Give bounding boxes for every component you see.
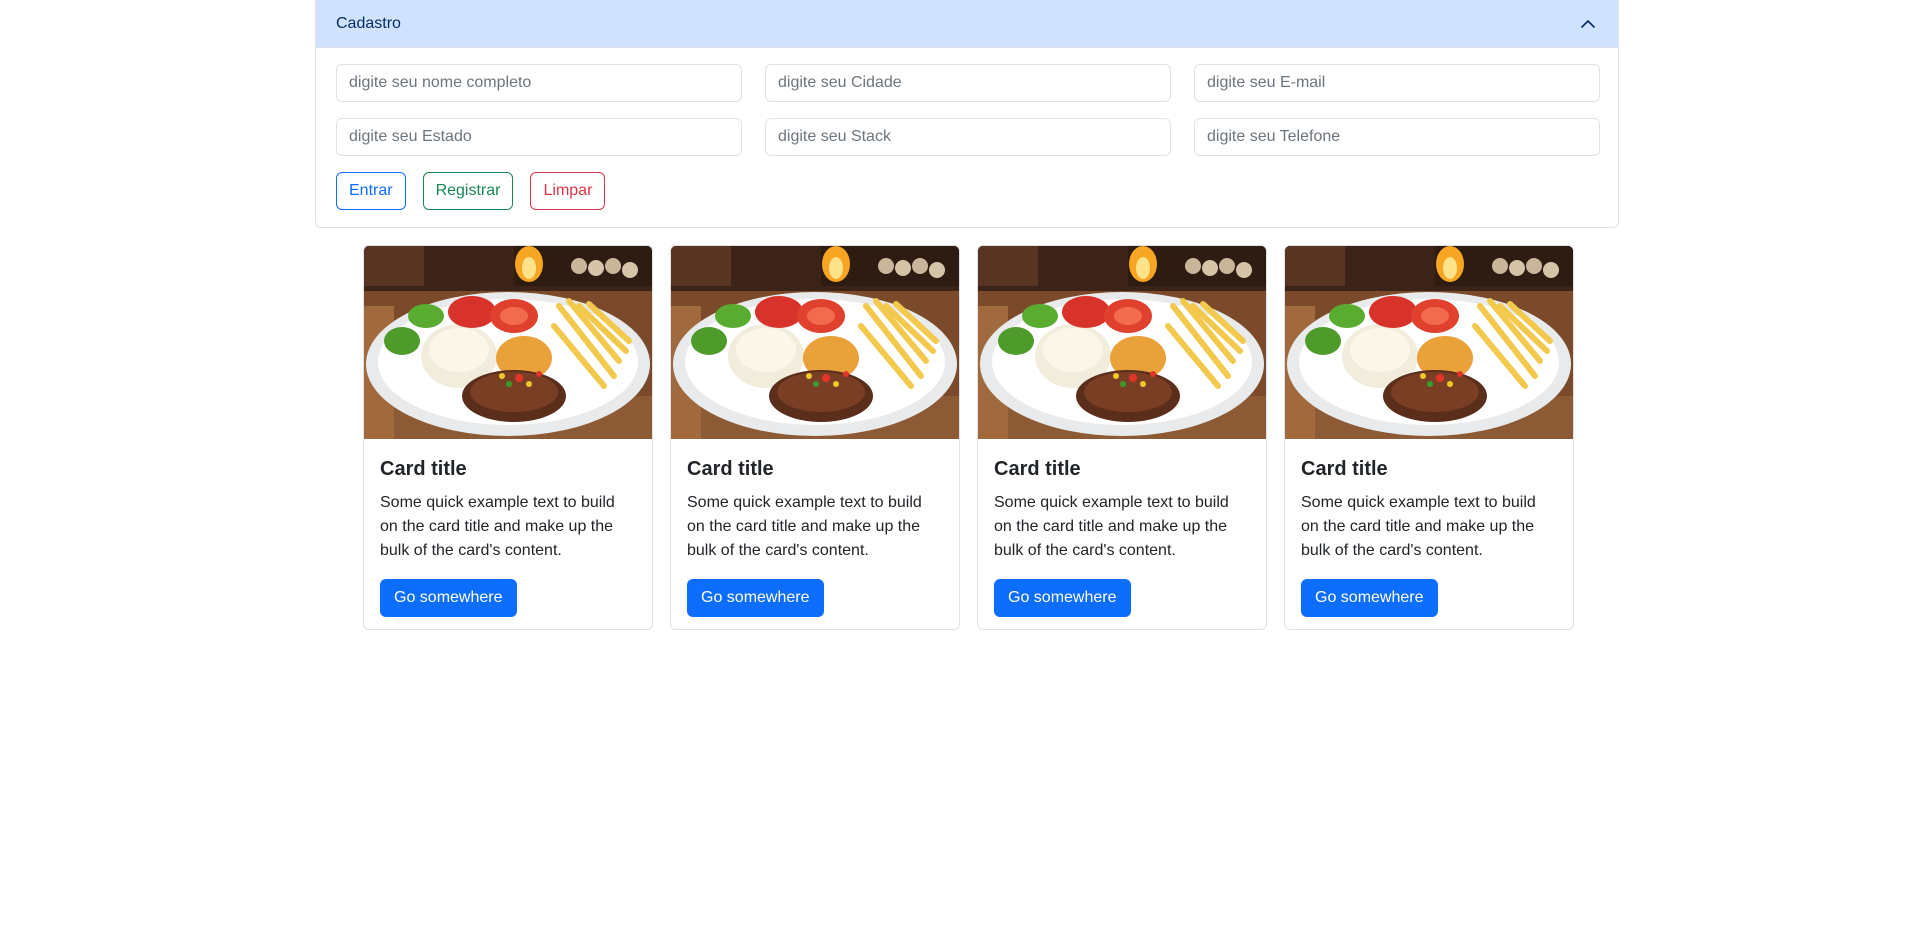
food-plate-image xyxy=(1285,246,1573,439)
card-title: Card title xyxy=(994,458,1081,480)
stack-field[interactable] xyxy=(765,118,1171,156)
registrar-button[interactable]: Registrar xyxy=(422,172,514,210)
chevron-up-icon[interactable] xyxy=(1578,14,1598,34)
card-title: Card title xyxy=(1301,458,1388,480)
cidade-field[interactable] xyxy=(765,64,1171,102)
accordion-body: Entrar Registrar Limpar xyxy=(316,48,1618,227)
estado-field[interactable] xyxy=(336,118,742,156)
food-plate-image xyxy=(364,246,652,439)
limpar-button[interactable]: Limpar xyxy=(530,172,606,210)
food-plate-image xyxy=(671,246,959,439)
entrar-button[interactable]: Entrar xyxy=(336,172,406,210)
card-grid: Card title Some quick example text to bu… xyxy=(363,245,1574,630)
card-text: Some quick example text to build on the … xyxy=(1301,494,1536,559)
card-body: Card title Some quick example text to bu… xyxy=(364,439,652,617)
form-actions: Entrar Registrar Limpar xyxy=(336,172,606,210)
go-somewhere-button[interactable]: Go somewhere xyxy=(1301,579,1438,617)
card-text: Some quick example text to build on the … xyxy=(380,494,615,559)
card-body: Card title Some quick example text to bu… xyxy=(671,439,959,617)
cadastro-accordion: Cadastro Entrar Registrar Limpar xyxy=(315,0,1619,228)
card-text: Some quick example text to build on the … xyxy=(994,494,1229,559)
card-body: Card title Some quick example text to bu… xyxy=(978,439,1266,617)
telefone-field[interactable] xyxy=(1194,118,1600,156)
accordion-title: Cadastro xyxy=(336,14,401,32)
card-body: Card title Some quick example text to bu… xyxy=(1285,439,1573,617)
food-plate-image xyxy=(978,246,1266,439)
go-somewhere-button[interactable]: Go somewhere xyxy=(687,579,824,617)
card-title: Card title xyxy=(380,458,467,480)
card-text: Some quick example text to build on the … xyxy=(687,494,922,559)
card: Card title Some quick example text to bu… xyxy=(670,245,960,630)
go-somewhere-button[interactable]: Go somewhere xyxy=(380,579,517,617)
card: Card title Some quick example text to bu… xyxy=(363,245,653,630)
card: Card title Some quick example text to bu… xyxy=(977,245,1267,630)
accordion-header[interactable]: Cadastro xyxy=(316,0,1618,48)
card: Card title Some quick example text to bu… xyxy=(1284,245,1574,630)
card-title: Card title xyxy=(687,458,774,480)
email-field[interactable] xyxy=(1194,64,1600,102)
go-somewhere-button[interactable]: Go somewhere xyxy=(994,579,1131,617)
nome-field[interactable] xyxy=(336,64,742,102)
